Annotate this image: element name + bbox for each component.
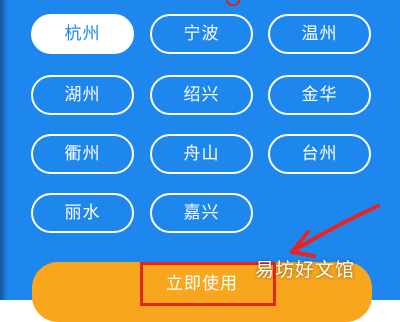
city-selector-panel: 杭州 宁波 温州 湖州 绍兴 金华 衢州 舟山 台州 丽水 嘉兴 立即使用 易坊… [0,0,400,322]
watermark-text: 易坊好文馆 [255,259,356,281]
